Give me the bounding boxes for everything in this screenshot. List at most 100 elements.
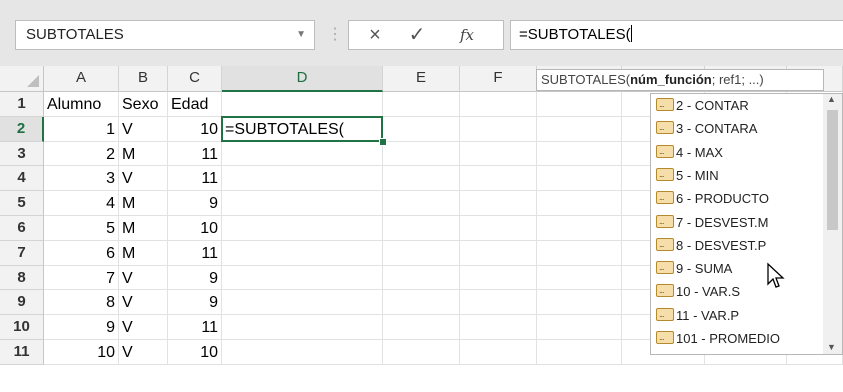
cell-e1[interactable]	[383, 92, 460, 117]
cell-d5[interactable]	[222, 191, 383, 216]
cell-a6[interactable]: 5	[44, 216, 119, 241]
autocomplete-item[interactable]: 7 - DESVEST.M	[656, 210, 768, 234]
cell-e2[interactable]	[383, 116, 460, 142]
autocomplete-item[interactable]: 10 - VAR.S	[656, 279, 740, 303]
cell-f1[interactable]	[460, 92, 537, 117]
cell-a3[interactable]: 2	[44, 141, 119, 167]
autocomplete-item[interactable]: 9 - SUMA	[656, 256, 732, 280]
cell-f5[interactable]	[460, 191, 537, 216]
row-header-7[interactable]: 7	[0, 240, 44, 266]
cell-g9[interactable]	[537, 290, 622, 316]
cell-b2[interactable]: V	[119, 116, 168, 142]
cell-f10[interactable]	[460, 315, 537, 340]
cell-b8[interactable]: V	[119, 265, 168, 291]
cell-c5[interactable]: 9	[168, 191, 222, 216]
formula-input[interactable]: =SUBTOTALES(	[510, 20, 843, 50]
cell-f6[interactable]	[460, 216, 537, 241]
cell-g6[interactable]	[537, 216, 622, 241]
chevron-down-icon[interactable]: ▼	[296, 21, 306, 49]
row-header-9[interactable]: 9	[0, 290, 44, 316]
column-header-d[interactable]: D	[222, 66, 383, 92]
tooltip-arg-active[interactable]: núm_función	[630, 72, 712, 87]
cell-d3[interactable]	[222, 141, 383, 167]
autocomplete-item[interactable]: 3 - CONTARA	[656, 116, 757, 140]
autocomplete-item[interactable]: 5 - MIN	[656, 163, 719, 187]
row-header-5[interactable]: 5	[0, 191, 44, 216]
cell-e4[interactable]	[383, 166, 460, 192]
row-header-1[interactable]: 1	[0, 92, 44, 117]
cell-d10[interactable]	[222, 315, 383, 340]
cell-c6[interactable]: 10	[168, 216, 222, 241]
cell-e6[interactable]	[383, 216, 460, 241]
cell-g1[interactable]	[537, 92, 622, 117]
autocomplete-item[interactable]: 4 - MAX	[656, 140, 723, 164]
insert-function-icon[interactable]: fx	[449, 21, 485, 49]
cell-d8[interactable]	[222, 265, 383, 291]
cell-e5[interactable]	[383, 191, 460, 216]
cell-b9[interactable]: V	[119, 290, 168, 316]
cell-c9[interactable]: 9	[168, 290, 222, 316]
cell-g10[interactable]	[537, 315, 622, 340]
column-header-e[interactable]: E	[383, 66, 460, 92]
cell-b10[interactable]: V	[119, 315, 168, 340]
cell-a10[interactable]: 9	[44, 315, 119, 340]
cell-c4[interactable]: 11	[168, 166, 222, 192]
cell-d7[interactable]	[222, 240, 383, 266]
cell-d6[interactable]	[222, 216, 383, 241]
cell-d11[interactable]	[222, 340, 383, 365]
cell-f8[interactable]	[460, 265, 537, 291]
cell-e9[interactable]	[383, 290, 460, 316]
cell-b4[interactable]: V	[119, 166, 168, 192]
cell-b7[interactable]: M	[119, 240, 168, 266]
cell-a2[interactable]: 1	[44, 116, 119, 142]
cell-g5[interactable]	[537, 191, 622, 216]
autocomplete-item[interactable]: 11 - VAR.P	[656, 303, 739, 327]
cell-c7[interactable]: 11	[168, 240, 222, 266]
cancel-icon[interactable]: ×	[357, 21, 393, 49]
cell-c11[interactable]: 10	[168, 340, 222, 365]
cell-a1[interactable]: Alumno	[44, 92, 119, 117]
scroll-up-icon[interactable]: ▲	[827, 94, 836, 104]
cell-a4[interactable]: 3	[44, 166, 119, 192]
cell-b1[interactable]: Sexo	[119, 92, 168, 117]
column-header-a[interactable]: A	[44, 66, 119, 92]
cell-g11[interactable]	[537, 340, 622, 365]
cell-c3[interactable]: 11	[168, 141, 222, 167]
enter-icon[interactable]: ✓	[399, 21, 435, 49]
cell-c1[interactable]: Edad	[168, 92, 222, 117]
cell-f2[interactable]	[460, 116, 537, 142]
autocomplete-item[interactable]: 101 - PROMEDIO	[656, 326, 780, 350]
cell-b5[interactable]: M	[119, 191, 168, 216]
cell-a5[interactable]: 4	[44, 191, 119, 216]
fill-handle[interactable]	[379, 137, 387, 146]
cell-f4[interactable]	[460, 166, 537, 192]
cell-c10[interactable]: 11	[168, 315, 222, 340]
column-header-c[interactable]: C	[168, 66, 222, 92]
cell-f9[interactable]	[460, 290, 537, 316]
autocomplete-item[interactable]: 6 - PRODUCTO	[656, 186, 769, 210]
cell-b6[interactable]: M	[119, 216, 168, 241]
select-all-button[interactable]	[0, 66, 44, 92]
autocomplete-item[interactable]: 8 - DESVEST.P	[656, 233, 766, 257]
cell-d1[interactable]	[222, 92, 383, 117]
row-header-11[interactable]: 11	[0, 340, 44, 365]
cell-e7[interactable]	[383, 240, 460, 266]
column-header-f[interactable]: F	[460, 66, 537, 92]
cell-g2[interactable]	[537, 116, 622, 142]
cell-g7[interactable]	[537, 240, 622, 266]
cell-b3[interactable]: M	[119, 141, 168, 167]
cell-a7[interactable]: 6	[44, 240, 119, 266]
cell-g4[interactable]	[537, 166, 622, 192]
cell-c2[interactable]: 10	[168, 116, 222, 142]
cell-f7[interactable]	[460, 240, 537, 266]
cell-f11[interactable]	[460, 340, 537, 365]
autocomplete-item[interactable]: 2 - CONTAR	[656, 93, 749, 117]
cell-g8[interactable]	[537, 265, 622, 291]
autocomplete-scrollbar[interactable]: ▲ ▼	[823, 94, 842, 354]
cell-a9[interactable]: 8	[44, 290, 119, 316]
row-header-6[interactable]: 6	[0, 216, 44, 241]
row-header-2[interactable]: 2	[0, 116, 44, 142]
cell-b11[interactable]: V	[119, 340, 168, 365]
cell-c8[interactable]: 9	[168, 265, 222, 291]
cell-a11[interactable]: 10	[44, 340, 119, 365]
